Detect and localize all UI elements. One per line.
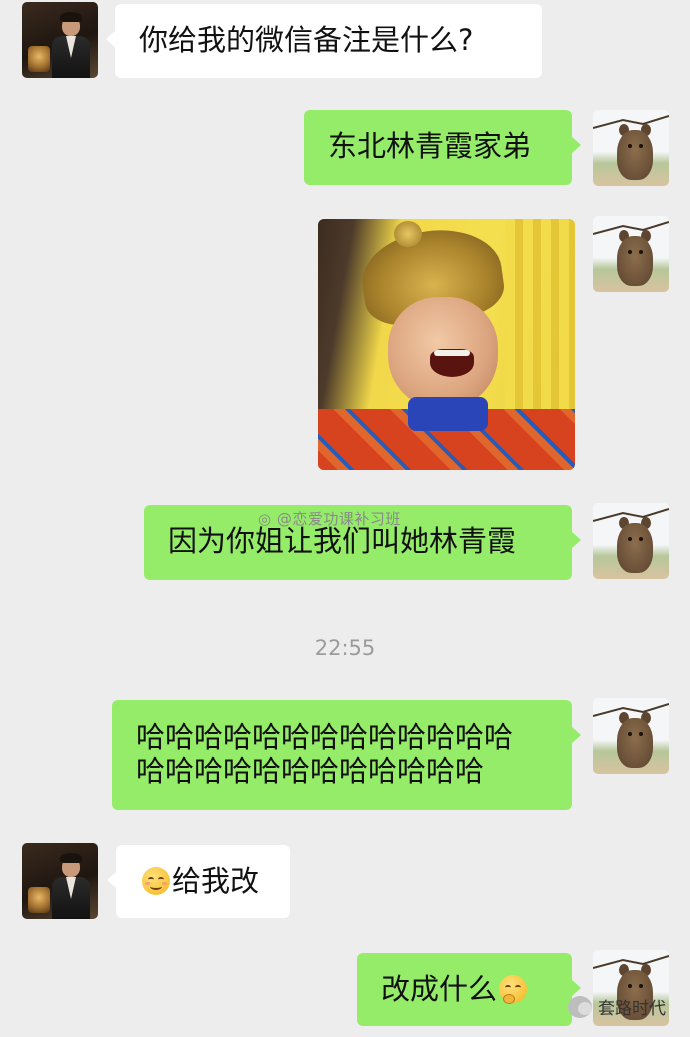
eye-shape [639,144,643,148]
eye-shape [639,250,643,254]
eye-shape [639,537,643,541]
self-avatar[interactable] [593,698,669,774]
account-watermark: 套路时代 [568,994,666,1019]
message-text: 给我改 [172,864,260,898]
message-text: 因为你姐让我们叫她林青霞 [168,524,517,558]
collar-shape [408,397,488,431]
account-name: 套路时代 [598,999,666,1019]
weibo-watermark: ◎ @恋爱功课补习班 [258,508,401,529]
message-bubble-sent[interactable]: 改成什么 [357,953,581,1026]
self-avatar[interactable] [593,110,669,186]
message-bubble-received[interactable]: 你给我的微信备注是什么? [106,4,542,78]
teeth-shape [434,350,470,356]
message-text: 改成什么 [381,972,498,1006]
eye-shape [639,984,643,988]
eye-shape [639,732,643,736]
quokka-body [617,130,653,180]
message-bubble-sent[interactable]: 哈哈哈哈哈哈哈哈哈哈哈哈哈 哈哈哈哈哈哈哈哈哈哈哈哈 [112,700,581,810]
lamp-shape [28,46,50,72]
watermark-text: @恋爱功课补习班 [276,510,401,528]
wechat-icon [568,995,592,1018]
hair-shape [60,853,82,863]
eye-shape [628,537,632,541]
weibo-icon: ◎ [258,510,272,528]
message-text-line: 哈哈哈哈哈哈哈哈哈哈哈哈 [136,754,485,788]
chat-screen: 你给我的微信备注是什么? 东北林青霞家弟 因为你姐让我们叫她林青霞 ◎ @恋爱功… [0,0,690,1037]
message-text-line: 哈哈哈哈哈哈哈哈哈哈哈哈哈 [136,720,514,754]
message-text: 你给我的微信备注是什么? [139,23,474,57]
meme-image-message[interactable] [318,219,575,470]
message-timestamp: 22:55 [314,636,376,660]
eye-shape [628,144,632,148]
eye-shape [628,984,632,988]
eye-shape [628,732,632,736]
smiling-face-emoji-icon [142,867,170,895]
self-avatar[interactable] [593,503,669,579]
message-text: 东北林青霞家弟 [328,129,532,163]
self-avatar[interactable] [593,216,669,292]
contact-avatar[interactable] [22,843,98,919]
lamp-shape [28,887,50,913]
message-bubble-received[interactable]: 给我改 [107,845,290,918]
quokka-body [617,236,653,286]
thinking-face-emoji-icon [499,975,528,1004]
hat-top-shape [394,221,422,247]
quokka-body [617,523,653,573]
contact-avatar[interactable] [22,2,98,78]
message-bubble-sent[interactable]: 东北林青霞家弟 [304,110,581,185]
quokka-body [617,718,653,768]
hair-shape [60,12,82,22]
eye-shape [628,250,632,254]
